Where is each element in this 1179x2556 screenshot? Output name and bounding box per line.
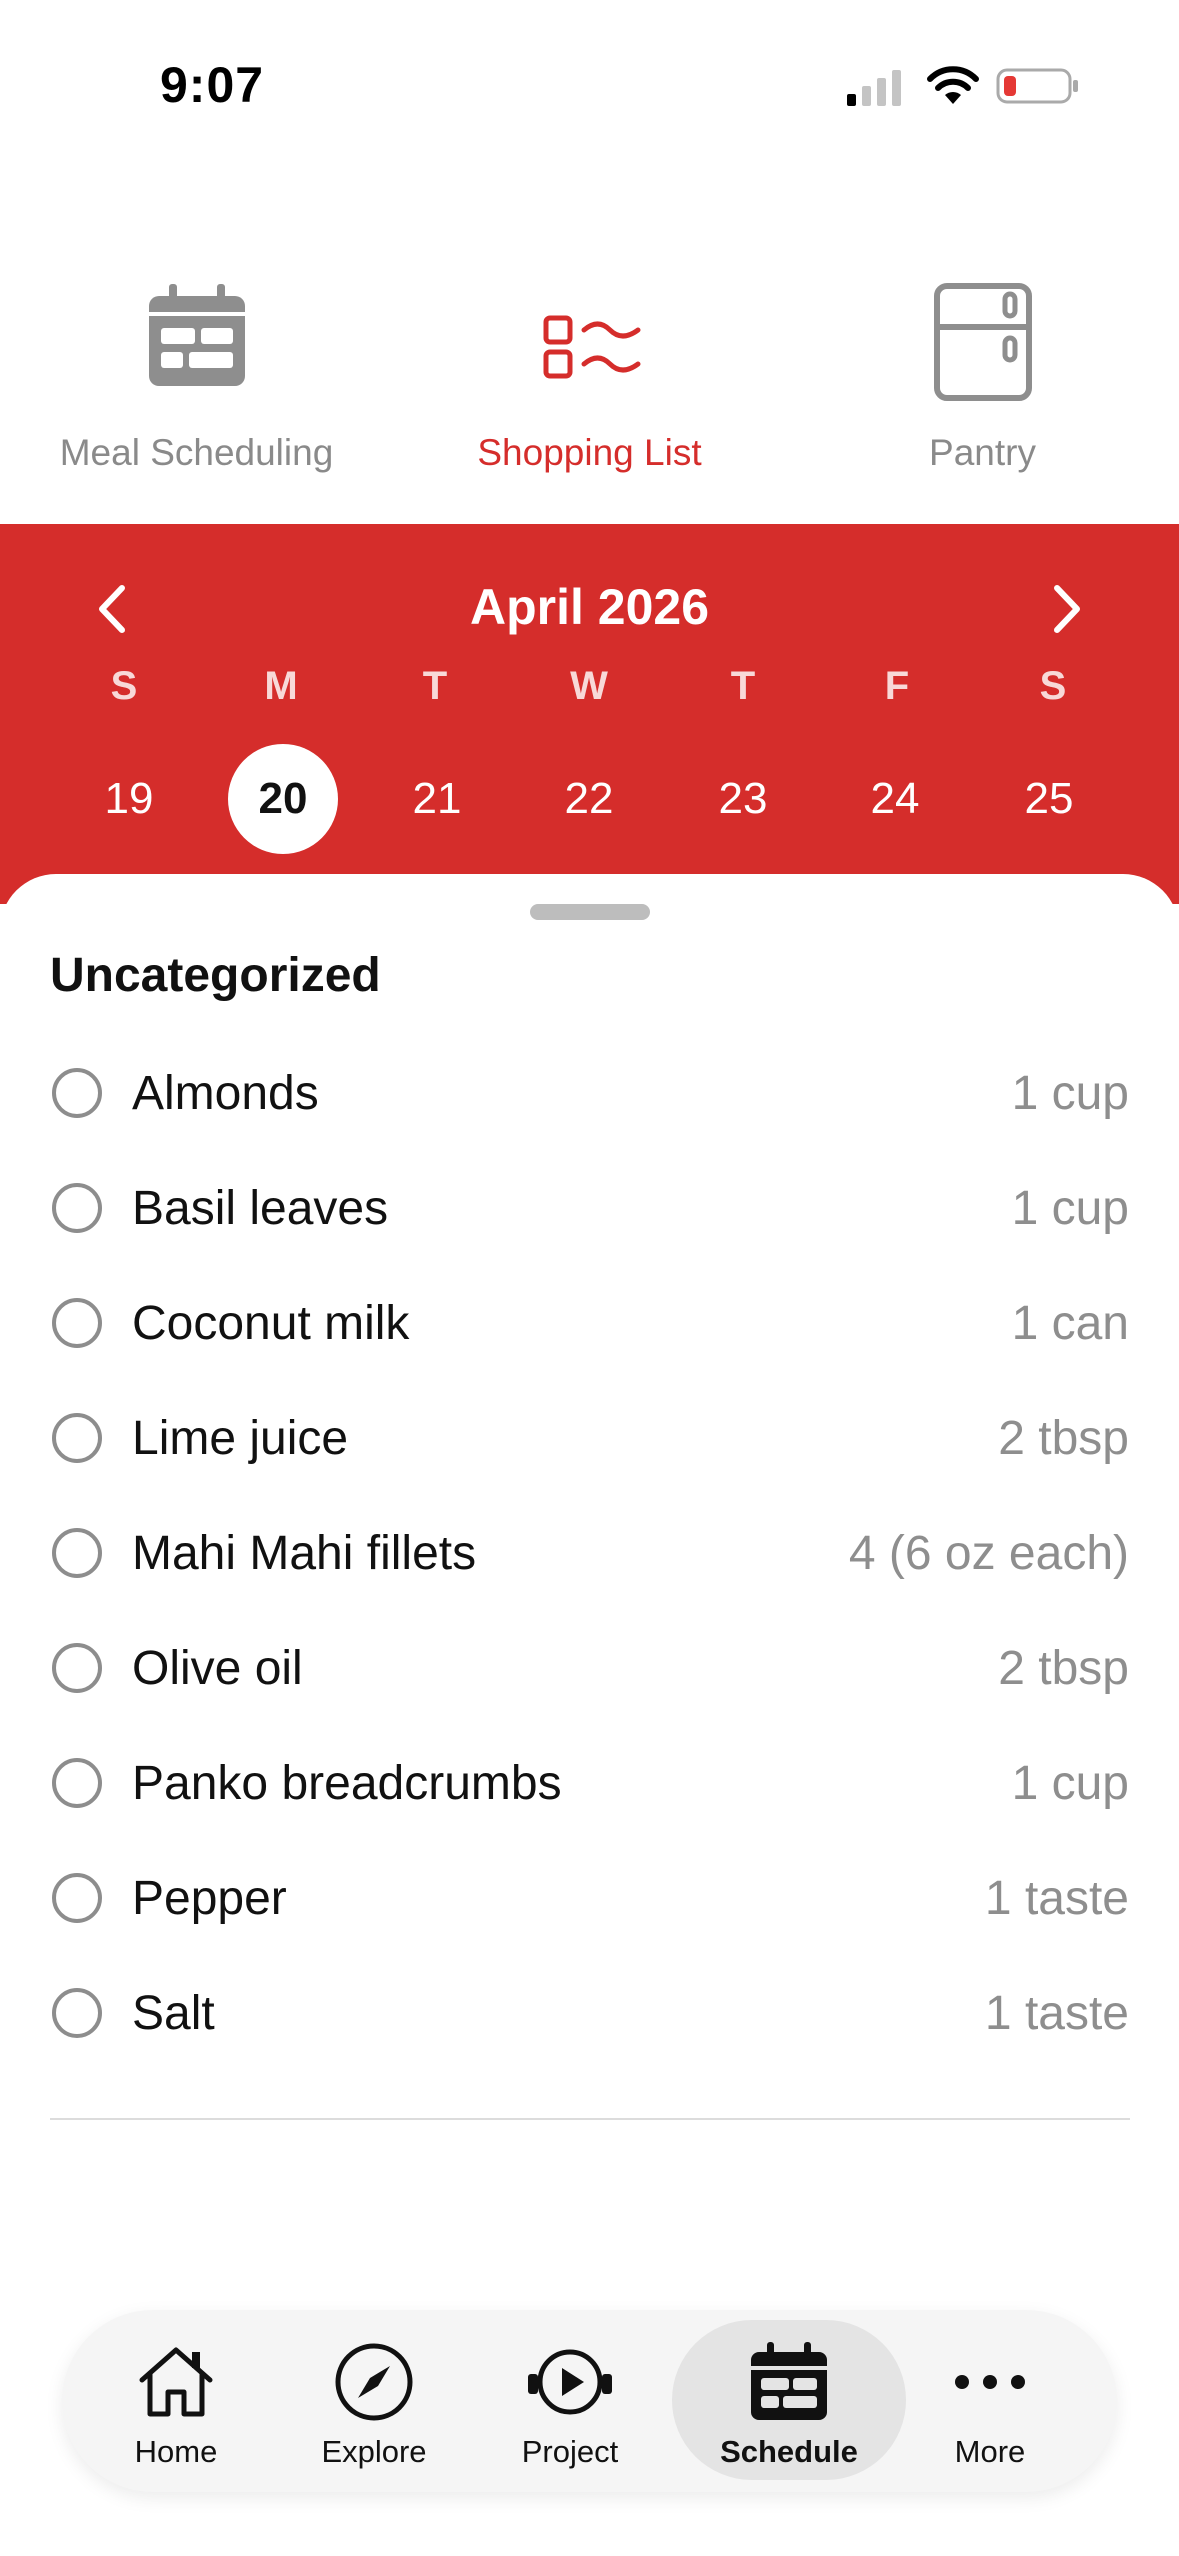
cellular-signal-icon <box>847 70 901 106</box>
calendar-header: April 2026 <box>0 574 1179 644</box>
nav-schedule-label: Schedule <box>720 2434 858 2469</box>
item-checkbox[interactable] <box>52 1183 102 1233</box>
calendar-day[interactable]: 19 <box>74 744 184 854</box>
item-checkbox[interactable] <box>52 1298 102 1348</box>
play-icon <box>528 2349 612 2415</box>
calendar-day[interactable]: 21 <box>382 744 492 854</box>
compass-icon <box>335 2343 413 2421</box>
item-name: Pepper <box>132 1872 287 1925</box>
tab-shopping-list-label: Shopping List <box>477 432 702 473</box>
list-item[interactable]: Mahi Mahi fillets 4 (6 oz each) <box>0 1504 1179 1619</box>
list-item[interactable]: Salt 1 taste <box>0 1964 1179 2079</box>
nav-project-label: Project <box>521 2434 619 2469</box>
sheet-grabber-handle[interactable] <box>530 904 650 920</box>
item-checkbox[interactable] <box>52 1643 102 1693</box>
calendar-day[interactable]: 25 <box>994 744 1104 854</box>
top-segment-tabs: Meal Scheduling Shopping List Pantry <box>0 270 1179 520</box>
list-item[interactable]: Almonds 1 cup <box>0 1044 1179 1159</box>
more-icon <box>955 2375 1025 2389</box>
item-checkbox[interactable] <box>52 1068 102 1118</box>
list-item[interactable]: Basil leaves 1 cup <box>0 1159 1179 1274</box>
weekday-label: F <box>884 664 910 708</box>
home-icon <box>139 2347 213 2417</box>
item-quantity: 1 cup <box>1011 1757 1129 1810</box>
item-checkbox[interactable] <box>52 1758 102 1808</box>
tab-shopping-list[interactable]: Shopping List <box>393 270 786 520</box>
status-time: 9:07 <box>160 57 265 113</box>
nav-more[interactable]: More <box>890 2310 1090 2492</box>
list-item[interactable]: Panko breadcrumbs 1 cup <box>0 1734 1179 1849</box>
item-quantity: 2 tbsp <box>998 1642 1129 1695</box>
calendar-day[interactable]: 23 <box>688 744 798 854</box>
weekday-label: T <box>730 664 756 708</box>
calendar-day[interactable]: 22 <box>534 744 644 854</box>
item-name: Basil leaves <box>132 1182 389 1235</box>
list-item[interactable]: Pepper 1 taste <box>0 1849 1179 1964</box>
status-bar: 9:07 <box>0 0 1179 170</box>
list-item[interactable]: Lime juice 2 tbsp <box>0 1389 1179 1504</box>
chevron-right-icon[interactable] <box>1045 574 1089 644</box>
section-title: Uncategorized <box>50 949 381 1002</box>
item-quantity: 2 tbsp <box>998 1412 1129 1465</box>
item-quantity: 4 (6 oz each) <box>848 1527 1129 1580</box>
tab-meal-scheduling-label: Meal Scheduling <box>59 432 334 473</box>
list-item[interactable]: Coconut milk 1 can <box>0 1274 1179 1389</box>
item-quantity: 1 taste <box>984 1872 1129 1925</box>
tab-pantry[interactable]: Pantry <box>786 270 1179 520</box>
weekday-label: S <box>110 664 138 708</box>
item-quantity: 1 can <box>1011 1297 1129 1350</box>
item-name: Salt <box>132 1987 215 2040</box>
nav-project[interactable]: Project <box>470 2310 670 2492</box>
list-item[interactable]: Olive oil 2 tbsp <box>0 1619 1179 1734</box>
item-name: Olive oil <box>132 1642 303 1695</box>
item-quantity: 1 cup <box>1011 1067 1129 1120</box>
calendar-day-selected[interactable]: 20 <box>228 744 338 854</box>
item-checkbox[interactable] <box>52 1988 102 2038</box>
week-calendar: April 2026 S M T W T F S 19 20 21 22 23 … <box>0 524 1179 904</box>
item-name: Lime juice <box>132 1412 349 1465</box>
nav-more-label: More <box>954 2434 1026 2469</box>
calendar-month-title: April 2026 <box>469 579 709 635</box>
wifi-icon <box>927 66 979 104</box>
item-checkbox[interactable] <box>52 1528 102 1578</box>
calendar-day[interactable]: 24 <box>840 744 950 854</box>
nav-explore-label: Explore <box>321 2434 427 2469</box>
calendar-icon <box>751 2342 827 2420</box>
nav-home[interactable]: Home <box>76 2310 276 2492</box>
weekday-label: S <box>1039 664 1067 708</box>
calendar-icon <box>148 284 245 386</box>
nav-explore[interactable]: Explore <box>274 2310 474 2492</box>
item-name: Almonds <box>132 1067 319 1120</box>
item-quantity: 1 taste <box>984 1987 1129 2040</box>
bottom-tab-bar: Home Explore Project Schedule More <box>62 2310 1117 2492</box>
nav-home-label: Home <box>134 2434 218 2469</box>
battery-icon <box>996 68 1078 104</box>
item-name: Coconut milk <box>132 1297 410 1350</box>
tab-pantry-label: Pantry <box>929 432 1036 473</box>
item-quantity: 1 cup <box>1011 1182 1129 1235</box>
checklist-icon <box>543 315 640 379</box>
shopping-items-list: Almonds 1 cup Basil leaves 1 cup Coconut… <box>0 1044 1179 2079</box>
shopping-list-sheet: Uncategorized Almonds 1 cup Basil leaves… <box>0 874 1179 2556</box>
list-divider <box>50 2118 1130 2120</box>
item-checkbox[interactable] <box>52 1413 102 1463</box>
weekday-label: W <box>570 664 608 708</box>
fridge-icon <box>933 283 1032 401</box>
weekday-label: M <box>264 664 298 708</box>
item-name: Panko breadcrumbs <box>132 1757 562 1810</box>
item-checkbox[interactable] <box>52 1873 102 1923</box>
nav-schedule[interactable]: Schedule <box>672 2310 906 2492</box>
tab-meal-scheduling[interactable]: Meal Scheduling <box>0 270 393 520</box>
item-name: Mahi Mahi fillets <box>132 1527 477 1580</box>
weekday-label: T <box>422 664 448 708</box>
